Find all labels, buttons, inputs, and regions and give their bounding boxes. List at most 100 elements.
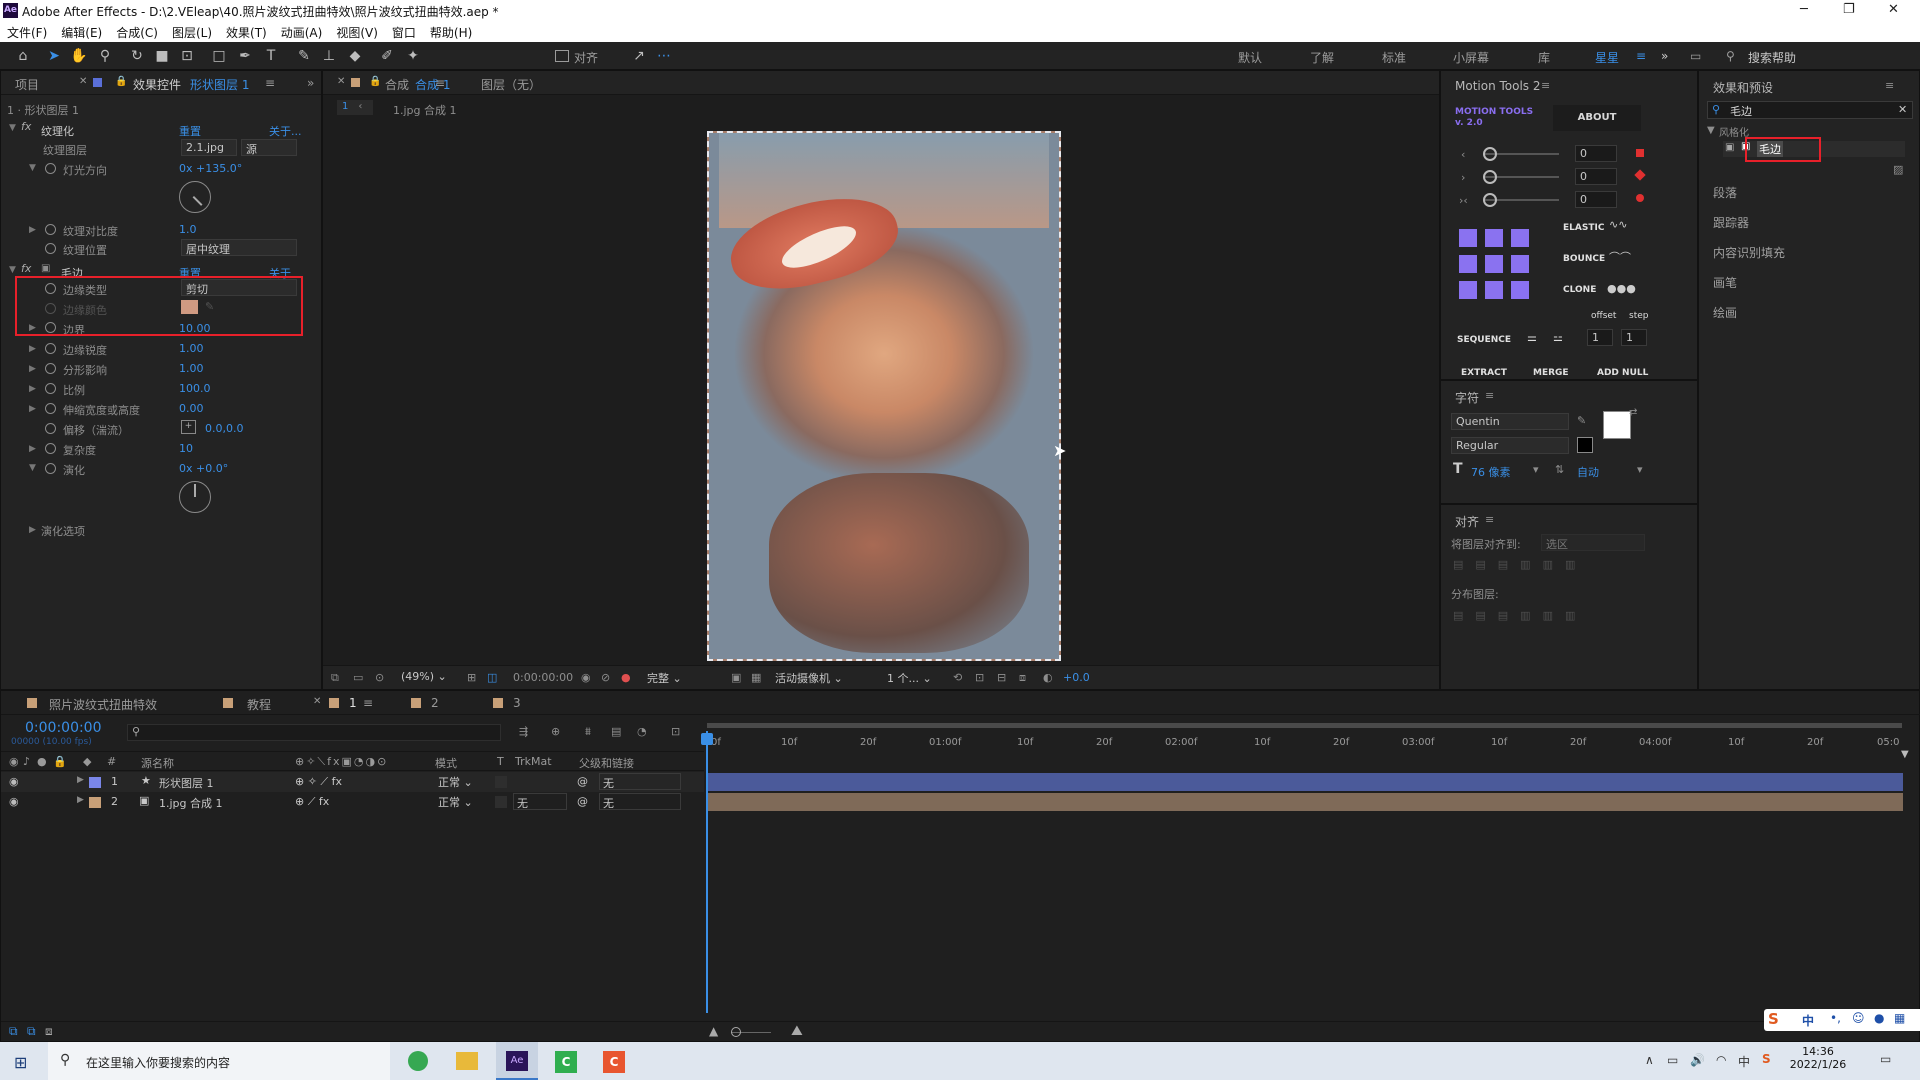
expand-arrow-icon[interactable]: ▶ (29, 444, 36, 454)
source-name-header[interactable]: 源名称 (141, 755, 174, 771)
table-row[interactable]: ◉ ▶ 1 ★ 形状图层 1 ⊕ ✧ ⟋ fx 正常 ⌄ @ 无 (1, 772, 704, 792)
fx-icon[interactable]: fx (21, 120, 31, 133)
content-aware-fill-section[interactable]: 内容识别填充 (1713, 244, 1785, 261)
ime-emoji-icon[interactable]: ☺ (1852, 1011, 1865, 1025)
paint-section[interactable]: 绘画 (1713, 304, 1737, 321)
minimize-icon[interactable]: ─ (1800, 2, 1808, 17)
work-area-bar[interactable] (707, 723, 1902, 728)
comp-nav-index[interactable]: 1 ‹ (337, 100, 373, 115)
texture-placement-select[interactable]: 居中纹理 (181, 239, 297, 256)
render-time-icon[interactable]: ⧉ (9, 1024, 18, 1039)
layer-mode-select[interactable]: 正常 ⌄ (435, 774, 485, 790)
new-preset-icon[interactable]: ▨ (1893, 163, 1903, 176)
exposure-icon[interactable]: ◐ (1043, 671, 1053, 684)
comp-nav-item[interactable]: 1.jpg 合成 1 (393, 102, 457, 118)
browser-app-icon[interactable] (408, 1051, 428, 1071)
leading-dropdown-icon[interactable]: ▾ (1637, 463, 1643, 476)
pickwhip-icon[interactable]: @ (577, 775, 588, 788)
search-help-input[interactable]: 搜索帮助 (1748, 49, 1796, 66)
panel-menu-icon[interactable]: ≡ (435, 76, 445, 90)
table-row[interactable]: ◉ ▶ 2 ▣ 1.jpg 合成 1 ⊕ ⟋ fx 正常 ⌄ 无 @ 无 (1, 792, 704, 812)
layer-label-color[interactable] (89, 797, 101, 808)
3d-view-icon[interactable]: ⊡ (975, 671, 984, 684)
panel-menu-icon[interactable]: ≡ (1885, 79, 1894, 92)
stopwatch-icon[interactable] (45, 161, 56, 174)
modes-toggle-icon[interactable]: ⧈ (45, 1024, 53, 1039)
workspace-layout-icon[interactable]: ▭ (1690, 49, 1701, 63)
workspace-menu-icon[interactable]: ≡ (1636, 49, 1646, 63)
evolution-dial[interactable] (179, 481, 211, 513)
font-family-select[interactable]: Quentin (1451, 413, 1569, 430)
layer-switches[interactable]: ⊕ ⟋ fx (295, 795, 329, 809)
bounce-button[interactable]: BOUNCE (1563, 254, 1605, 264)
timeline-zoom-handle[interactable] (731, 1027, 741, 1037)
snapshot-icon[interactable]: ◉ (581, 671, 591, 684)
fx-icon[interactable]: fx (21, 262, 31, 275)
scale-value[interactable]: 100.0 (179, 382, 211, 395)
menu-edit[interactable]: 编辑(E) (54, 22, 109, 41)
panel-menu-icon[interactable]: ≡ (1541, 79, 1550, 92)
fractal-influence-value[interactable]: 1.00 (179, 362, 204, 375)
selection-tool-icon[interactable]: ➤ (45, 47, 63, 65)
stopwatch-icon[interactable] (45, 222, 56, 235)
timeline-tab-3[interactable]: 3 (513, 696, 521, 710)
menu-file[interactable]: 文件(F) (0, 22, 54, 41)
zoom-out-icon[interactable]: ▲ (709, 1024, 718, 1038)
paragraph-section[interactable]: 段落 (1713, 184, 1737, 201)
timeline-tab-tutorial[interactable]: 教程 (247, 696, 271, 713)
tray-network-icon[interactable]: ▭ (1667, 1053, 1678, 1067)
fit-icon[interactable]: ⊞ (467, 671, 476, 684)
puppet-tool-icon[interactable]: ✦ (404, 47, 422, 65)
stopwatch-icon[interactable] (45, 381, 56, 394)
pickwhip-icon[interactable]: @ (577, 795, 588, 808)
preserve-transparency-toggle[interactable] (495, 776, 507, 788)
align-checkbox[interactable] (555, 50, 569, 62)
expand-arrow-icon[interactable]: ▶ (29, 404, 36, 414)
comp-flowchart-icon[interactable]: ⇶ (519, 725, 528, 738)
workspace-stars[interactable]: 星星 (1595, 49, 1619, 66)
panel-menu-icon[interactable]: ≡ (1485, 389, 1494, 402)
expand-arrow-icon[interactable]: ▶ (29, 525, 36, 535)
edge-sharpness-value[interactable]: 1.00 (179, 342, 204, 355)
ime-toolbar[interactable]: S 中 •, ☺ ● ▦ (1764, 1009, 1920, 1031)
tab-composition[interactable]: 合成 1 (415, 76, 450, 93)
graph-editor-icon[interactable]: ⊡ (671, 725, 680, 738)
offset-value[interactable]: 0.0,0.0 (205, 422, 243, 435)
notification-icon[interactable]: ▭ (1880, 1052, 1891, 1066)
brushes-section[interactable]: 画笔 (1713, 274, 1737, 291)
swap-colors-icon[interactable]: ⇄ (1629, 407, 1637, 418)
fast-preview-icon[interactable]: ⊟ (997, 671, 1006, 684)
eye-icon[interactable]: ◉ (9, 775, 19, 788)
layer-name[interactable]: 形状图层 1 (159, 775, 214, 791)
resolution-select[interactable]: 完整 ⌄ (643, 669, 723, 686)
shy-layers-icon[interactable]: ⩩ (585, 725, 591, 739)
collapse-arrow-icon[interactable]: ▼ (9, 265, 16, 275)
stopwatch-icon[interactable] (45, 241, 56, 254)
slider-value-input[interactable]: 0 (1575, 191, 1617, 208)
tray-ime-icon[interactable]: 中 (1738, 1053, 1750, 1070)
layer-1-duration-bar[interactable] (707, 773, 1903, 791)
sequence-step-input[interactable]: 1 (1621, 329, 1647, 346)
anchor-grid[interactable] (1459, 229, 1533, 305)
effects-search-input[interactable]: ⚲ 毛边 ✕ (1707, 101, 1913, 119)
texture-contrast-value[interactable]: 1.0 (179, 223, 197, 236)
menu-composition[interactable]: 合成(C) (109, 22, 165, 41)
tray-wifi-icon[interactable]: ◠ (1716, 1053, 1726, 1067)
align-buttons-row[interactable]: ▤▤▤▥▥▥ (1453, 558, 1587, 571)
stretch-value[interactable]: 0.00 (179, 402, 204, 415)
elastic-button[interactable]: ELASTIC (1563, 223, 1604, 233)
layer-parent-select[interactable]: 无 (599, 793, 681, 810)
keyframe-bezier-icon[interactable] (1636, 194, 1644, 202)
complexity-value[interactable]: 10 (179, 442, 193, 455)
tray-chevron-icon[interactable]: ∧ (1645, 1053, 1654, 1067)
clone-stamp-icon[interactable]: ⊥ (320, 47, 338, 65)
expand-arrow-icon[interactable]: ▶ (77, 775, 84, 785)
font-style-select[interactable]: Regular (1451, 437, 1569, 454)
layer-search-input[interactable]: ⚲ (127, 724, 501, 741)
ime-mode[interactable]: 中 (1802, 1012, 1814, 1029)
snap-grid-icon[interactable]: ⋯ (655, 47, 673, 65)
layer-trkmat-select[interactable]: 无 (513, 793, 567, 810)
about-button[interactable]: ABOUT (1553, 105, 1641, 131)
expand-arrow-icon[interactable]: ▼ (29, 163, 36, 173)
leading-value[interactable]: 自动 (1577, 464, 1599, 480)
